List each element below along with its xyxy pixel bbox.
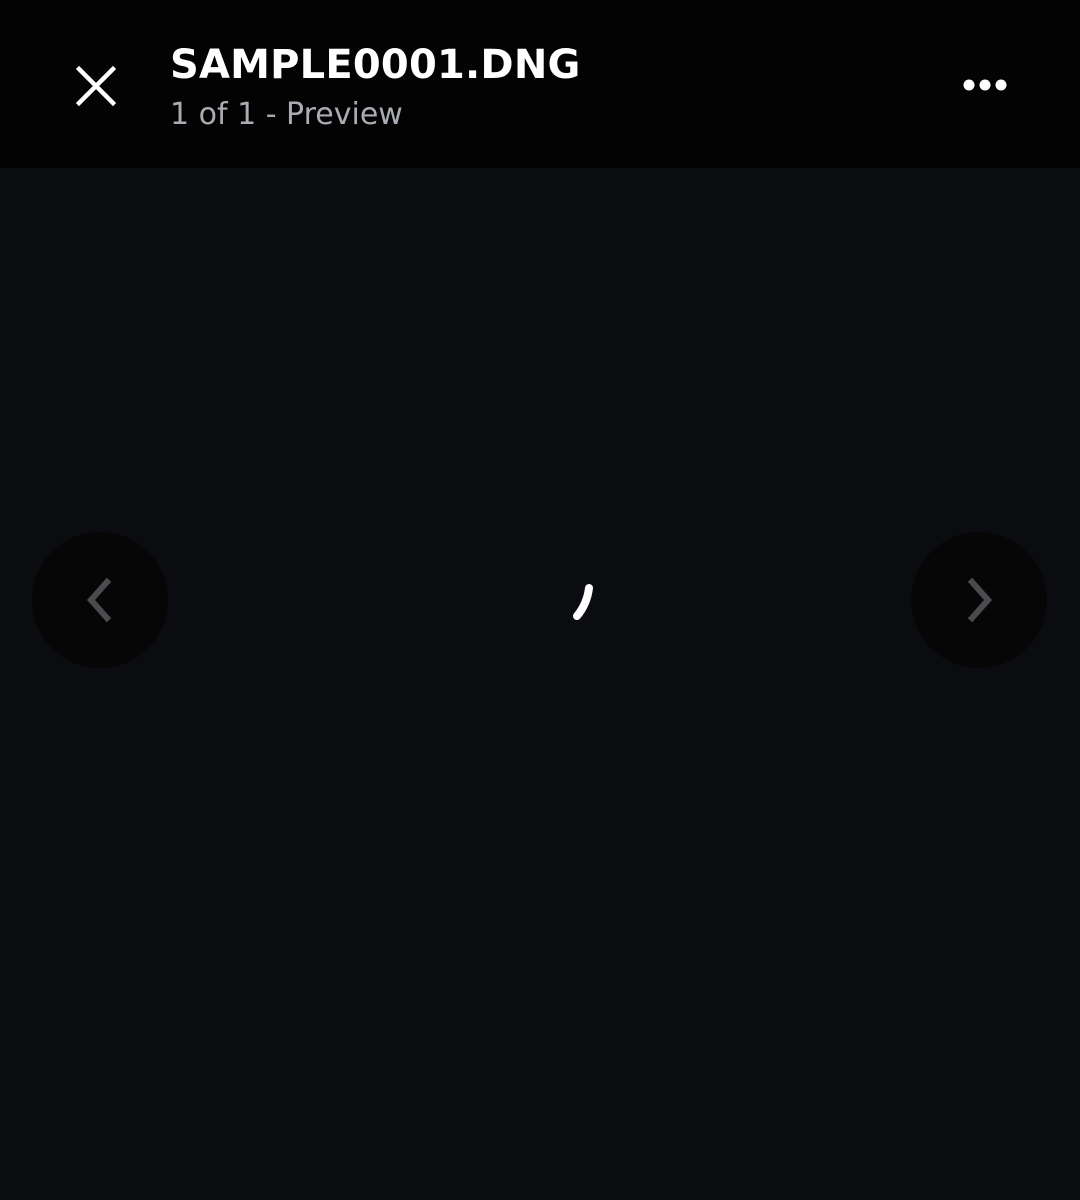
loading-spinner-icon <box>562 582 602 632</box>
more-options-button[interactable] <box>945 45 1025 125</box>
file-name-title: SAMPLE0001.DNG <box>170 42 581 88</box>
close-button[interactable] <box>56 46 136 126</box>
chevron-left-icon <box>86 577 112 623</box>
image-preview-area[interactable] <box>0 168 1080 1200</box>
chevron-right-icon <box>967 577 993 623</box>
previous-image-button[interactable] <box>32 532 168 668</box>
next-image-button[interactable] <box>911 532 1047 668</box>
file-title-block: SAMPLE0001.DNG 1 of 1 - Preview <box>170 38 581 138</box>
top-app-bar: SAMPLE0001.DNG 1 of 1 - Preview <box>0 0 1080 168</box>
more-horizontal-icon <box>963 79 1007 91</box>
file-position-subtitle: 1 of 1 - Preview <box>170 97 403 132</box>
close-icon <box>76 66 116 106</box>
